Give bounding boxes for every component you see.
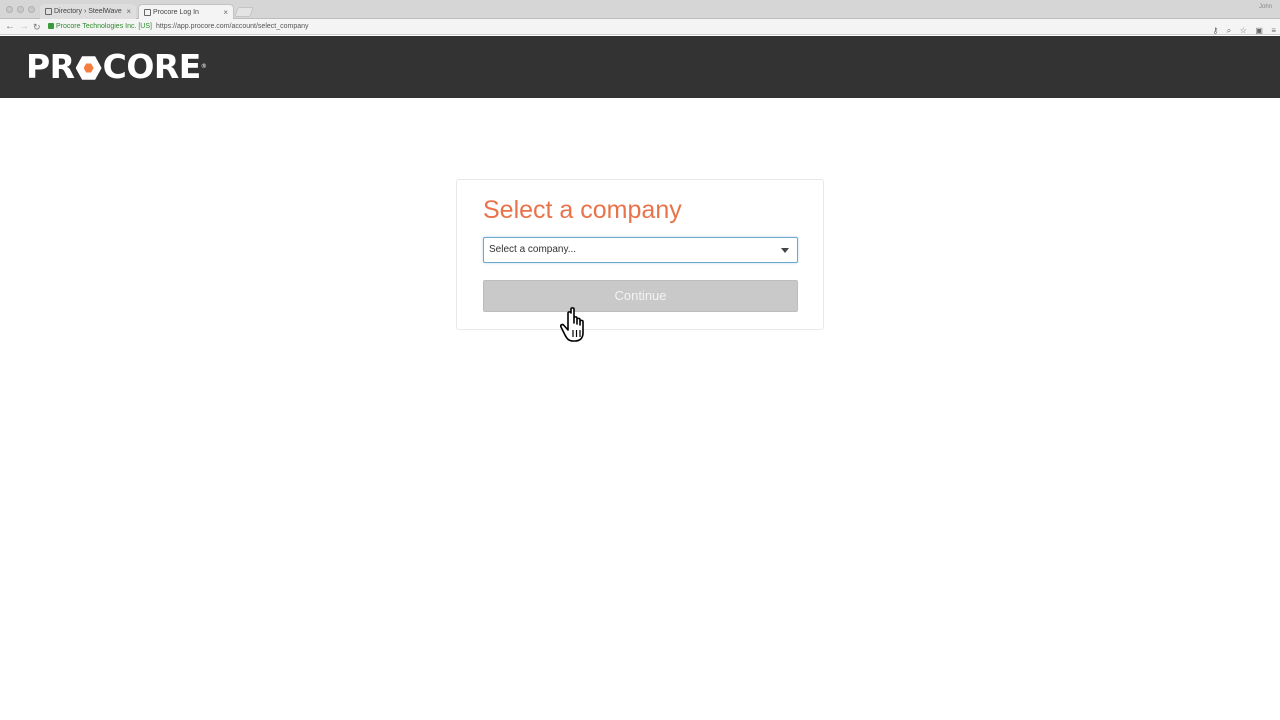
- hand-cursor-icon: [560, 307, 584, 342]
- url-text[interactable]: https://app.procore.com/account/select_c…: [156, 23, 309, 30]
- zoom-window-icon[interactable]: [28, 6, 35, 13]
- registered-mark: ®: [200, 63, 207, 70]
- tab-title: Procore Log In: [153, 9, 199, 16]
- close-window-icon[interactable]: [6, 6, 13, 13]
- browser-tab-bar: Directory › SteelWave × Procore Log In ×…: [0, 0, 1280, 19]
- chevron-down-icon: [781, 248, 789, 253]
- browser-tab-directory[interactable]: Directory › SteelWave ×: [40, 4, 136, 19]
- minimize-window-icon[interactable]: [17, 6, 24, 13]
- reload-icon[interactable]: ↻: [33, 20, 41, 34]
- close-tab-icon[interactable]: ×: [126, 4, 131, 19]
- tab-title: Directory › SteelWave: [54, 8, 122, 15]
- procore-logo[interactable]: PR CORE®: [26, 47, 207, 86]
- toolbar-icons: ⚷ ⌕ ☆ ▣ ≡: [1208, 20, 1276, 35]
- lock-icon: [48, 23, 54, 30]
- browser-tab-login[interactable]: Procore Log In ×: [138, 4, 234, 19]
- logo-text-left: PR: [26, 47, 75, 86]
- page-title: Select a company: [483, 196, 682, 224]
- address-bar[interactable]: Procore Technologies Inc. [US] https://ap…: [46, 20, 1206, 33]
- app-header: PR CORE®: [0, 36, 1280, 98]
- procore-hexagon-icon: [75, 56, 102, 80]
- secure-identity-label: Procore Technologies Inc. [US]: [56, 23, 152, 30]
- browser-user-label[interactable]: John: [1259, 4, 1272, 10]
- company-select[interactable]: Select a company...: [483, 237, 798, 263]
- browser-toolbar: ← → ↻ Procore Technologies Inc. [US] http…: [0, 19, 1280, 35]
- select-company-card: Select a company Select a company... Con…: [456, 179, 824, 330]
- logo-text-right: CORE: [102, 47, 202, 86]
- procore-favicon-icon: [45, 8, 52, 15]
- back-arrow-icon[interactable]: ←: [5, 20, 15, 34]
- procore-favicon-icon: [144, 9, 151, 16]
- forward-arrow-icon[interactable]: →: [19, 20, 29, 34]
- new-tab-button[interactable]: [234, 7, 254, 17]
- close-tab-icon[interactable]: ×: [223, 5, 228, 20]
- continue-button[interactable]: Continue: [483, 280, 798, 312]
- company-select-value: Select a company...: [489, 244, 577, 255]
